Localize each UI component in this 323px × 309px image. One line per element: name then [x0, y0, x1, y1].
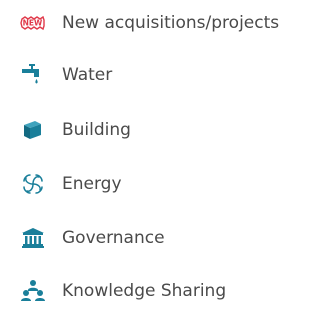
menu-item-energy[interactable]: Energy — [0, 169, 323, 199]
menu-item-label: Water — [62, 65, 113, 85]
menu-item-label: Building — [62, 120, 131, 140]
new-badge-icon: NEW — [20, 10, 46, 36]
menu-item-water[interactable]: Water — [0, 60, 323, 90]
svg-text:NEW: NEW — [23, 19, 43, 28]
knowledge-sharing-icon — [20, 278, 46, 304]
menu-item-governance[interactable]: Governance — [0, 223, 323, 253]
water-tap-icon — [20, 62, 46, 88]
menu-item-label: Governance — [62, 228, 165, 248]
menu-item-knowledge-sharing[interactable]: Knowledge Sharing — [0, 276, 323, 306]
building-box-icon — [20, 117, 46, 143]
menu-item-new-acquisitions[interactable]: NEW New acquisitions/projects — [0, 8, 323, 38]
menu-item-label: New acquisitions/projects — [62, 13, 280, 33]
energy-swirl-icon — [20, 171, 46, 197]
menu-item-label: Knowledge Sharing — [62, 281, 227, 301]
menu-item-label: Energy — [62, 174, 122, 194]
menu-item-building[interactable]: Building — [0, 115, 323, 145]
governance-building-icon — [20, 225, 46, 251]
